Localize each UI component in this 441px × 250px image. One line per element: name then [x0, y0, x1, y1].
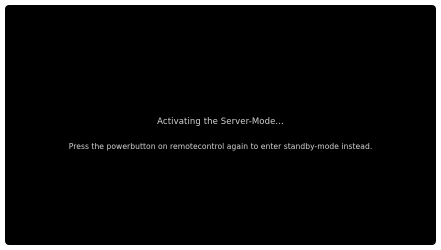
tv-standby-screen: Activating the Server-Mode... Press the … [5, 5, 436, 245]
status-message: Activating the Server-Mode... [157, 117, 284, 127]
instruction-message: Press the powerbutton on remotecontrol a… [68, 142, 373, 151]
